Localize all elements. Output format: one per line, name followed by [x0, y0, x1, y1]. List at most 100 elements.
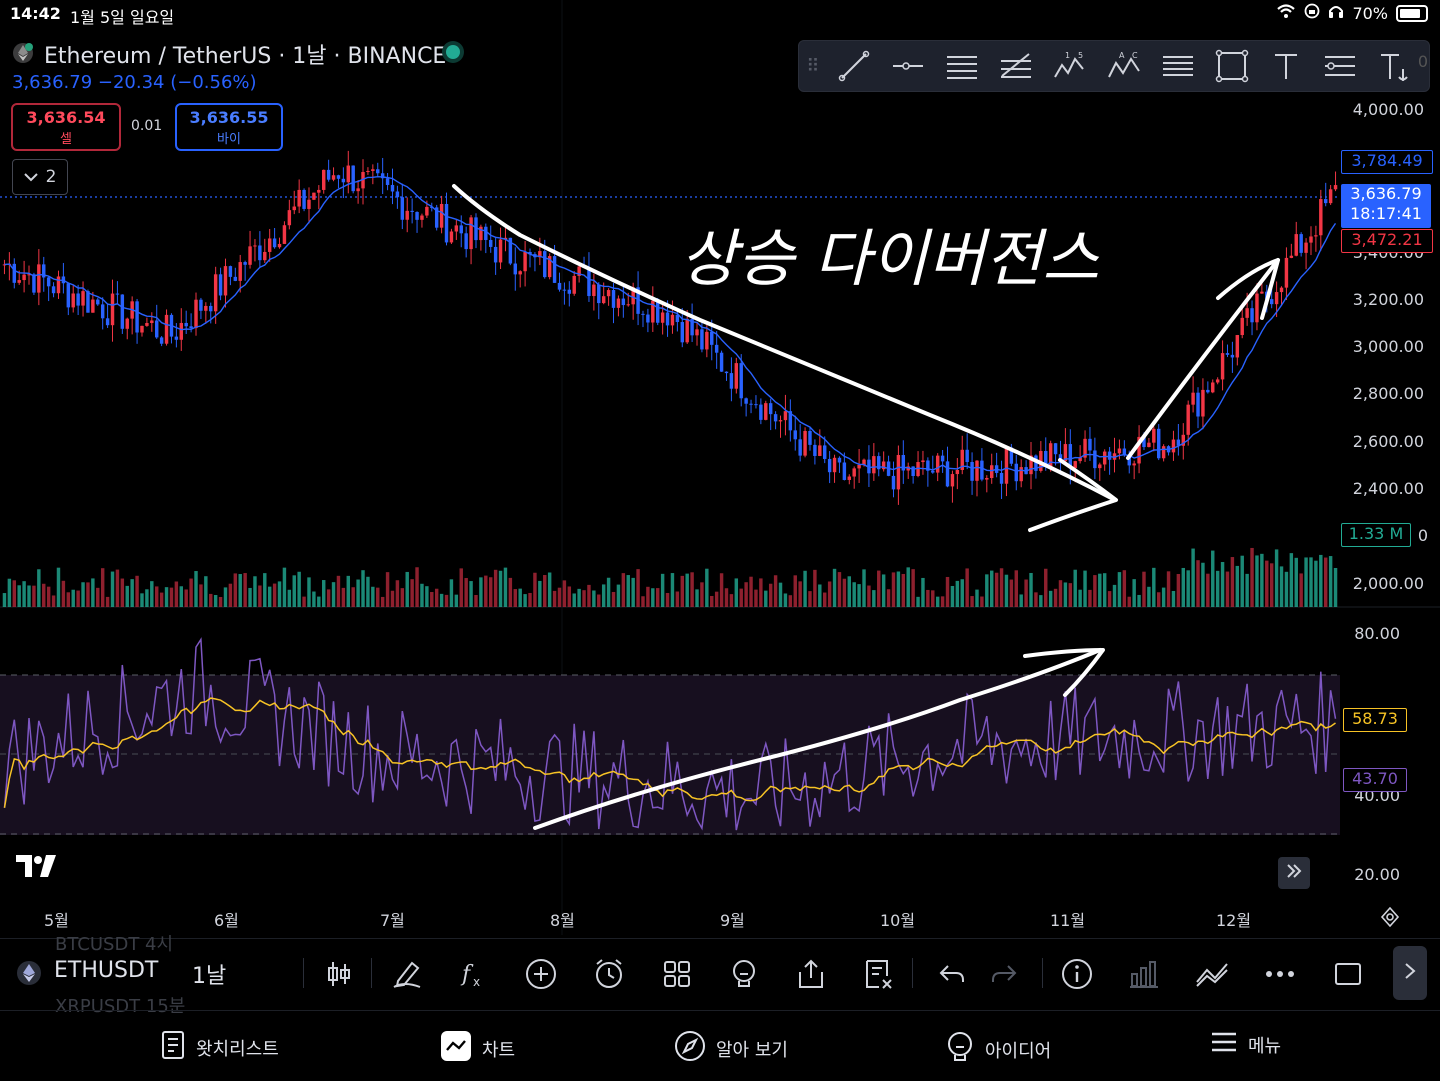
volume-bar [926, 589, 930, 607]
volume-bar [1142, 571, 1146, 607]
volume-bar [1260, 553, 1264, 607]
candle-type-icon[interactable] [319, 954, 359, 994]
volume-bar [22, 581, 26, 607]
ticker-interval[interactable]: 1날 [192, 958, 226, 990]
volume-bar [886, 589, 891, 607]
volume-bar [798, 581, 802, 607]
volume-bar [523, 594, 527, 607]
candle-body [356, 188, 360, 192]
buy-button[interactable]: 3,636.55 바이 [175, 103, 283, 151]
compare-lines-icon[interactable] [1192, 954, 1232, 994]
ticker-symbol[interactable]: ETHUSDT [54, 958, 158, 983]
volume-bar [258, 585, 262, 607]
idea-lightbulb-icon[interactable] [724, 954, 764, 994]
anchored-text-tool-icon[interactable] [1367, 44, 1421, 88]
text-tool-icon[interactable] [1259, 44, 1313, 88]
volume-bar [1269, 563, 1274, 607]
candle-body [1171, 439, 1176, 453]
candle-body [277, 243, 282, 248]
clear-drawings-icon[interactable] [859, 954, 899, 994]
volume-bar [110, 571, 115, 607]
rectangle-tool-icon[interactable] [1205, 44, 1259, 88]
price-range-tool-icon[interactable] [1313, 44, 1367, 88]
tab-ideas[interactable]: 아이디어 [945, 1030, 1051, 1069]
volume-bar [1171, 590, 1176, 607]
time-axis-label: 11월 [1050, 911, 1086, 930]
volume-bar [346, 575, 350, 607]
layout-grid-icon[interactable] [657, 954, 697, 994]
volume-bar [356, 579, 360, 607]
drag-handle-icon[interactable]: ⠿ [799, 56, 827, 77]
horizontal-ray-tool-icon[interactable] [881, 44, 935, 88]
redo-icon[interactable] [984, 954, 1024, 994]
volume-bar [150, 581, 154, 607]
rsi-axis-label: 80.00 [1354, 624, 1400, 643]
candle-body [110, 293, 115, 326]
price-axis-label: 2,400.00 [1352, 479, 1424, 498]
volume-bar [724, 588, 729, 607]
chart-settings-icon[interactable] [1380, 906, 1400, 931]
volume-bar [96, 587, 100, 607]
indicators-fx-icon[interactable]: fx [453, 954, 493, 994]
elliott-wave-tool-icon[interactable]: 15 [1043, 44, 1097, 88]
sell-button[interactable]: 3,636.54 셀 [11, 103, 121, 151]
candle-body [415, 211, 419, 220]
fullscreen-icon[interactable] [1328, 954, 1368, 994]
volume-bar [985, 574, 989, 607]
share-export-icon[interactable] [791, 954, 831, 994]
toolbar-divider [912, 958, 913, 988]
volume-bar [734, 578, 739, 607]
more-options-icon[interactable] [1260, 954, 1300, 994]
candle-body [439, 203, 444, 228]
volume-bar [439, 593, 444, 607]
volume-bar [371, 586, 375, 607]
candle-body [793, 430, 797, 440]
volume-bar [1333, 567, 1338, 607]
volume-bar [1250, 547, 1254, 607]
ticker-wheel-prev[interactable]: BTCUSDT 4시 [55, 930, 173, 956]
volume-bar [130, 579, 134, 607]
volume-bar [940, 596, 945, 607]
volume-bar [847, 576, 851, 607]
watchlist-icon [160, 1030, 186, 1065]
indicator-collapse-button[interactable]: 2 [12, 159, 68, 195]
candle-body [729, 373, 734, 389]
long-position-tool-icon[interactable] [1151, 44, 1205, 88]
candle-body [405, 210, 409, 220]
volume-bar [803, 570, 807, 607]
tab-menu[interactable]: 메뉴 [1210, 1030, 1281, 1059]
candle-body [847, 476, 851, 480]
tab-explore[interactable]: 알아 보기 [674, 1030, 788, 1067]
drawing-pen-icon[interactable] [387, 954, 427, 994]
tab-watchlist[interactable]: 왓치리스트 [160, 1030, 279, 1065]
price-axis-partial-vol: 0 [1417, 526, 1428, 545]
candle-body [1279, 287, 1284, 293]
candle-body [940, 455, 945, 462]
toolbar-divider [1042, 958, 1043, 988]
volume-bar [597, 594, 601, 607]
alert-clock-icon[interactable] [589, 954, 629, 994]
volume-bar [1294, 557, 1298, 607]
symbol-title[interactable]: Ethereum / TetherUS · 1날 · BINANCE [44, 38, 446, 70]
tab-label: 차트 [482, 1039, 516, 1061]
parallel-channel-tool-icon[interactable] [935, 44, 989, 88]
volume-bar [562, 580, 567, 607]
toolbar-expand-button[interactable] [1393, 946, 1427, 1000]
volume-bar [646, 586, 650, 607]
bar-chart-icon[interactable] [1124, 954, 1164, 994]
volume-bar [7, 578, 12, 607]
volume-bar [1019, 594, 1023, 607]
info-icon[interactable] [1057, 954, 1097, 994]
candle-body [81, 291, 85, 306]
rsi-value-tag: 43.70 [1343, 768, 1407, 792]
fib-retracement-tool-icon[interactable] [989, 44, 1043, 88]
scroll-to-latest-button[interactable] [1278, 857, 1310, 889]
undo-icon[interactable] [932, 954, 972, 994]
candle-body [710, 331, 714, 345]
tab-chart[interactable]: 차트 [440, 1030, 515, 1067]
trendline-tool-icon[interactable] [827, 44, 881, 88]
volume-bar [1039, 595, 1043, 607]
abc-pattern-tool-icon[interactable]: AC [1097, 44, 1151, 88]
volume-bar [1284, 571, 1289, 607]
add-plus-icon[interactable] [521, 954, 561, 994]
